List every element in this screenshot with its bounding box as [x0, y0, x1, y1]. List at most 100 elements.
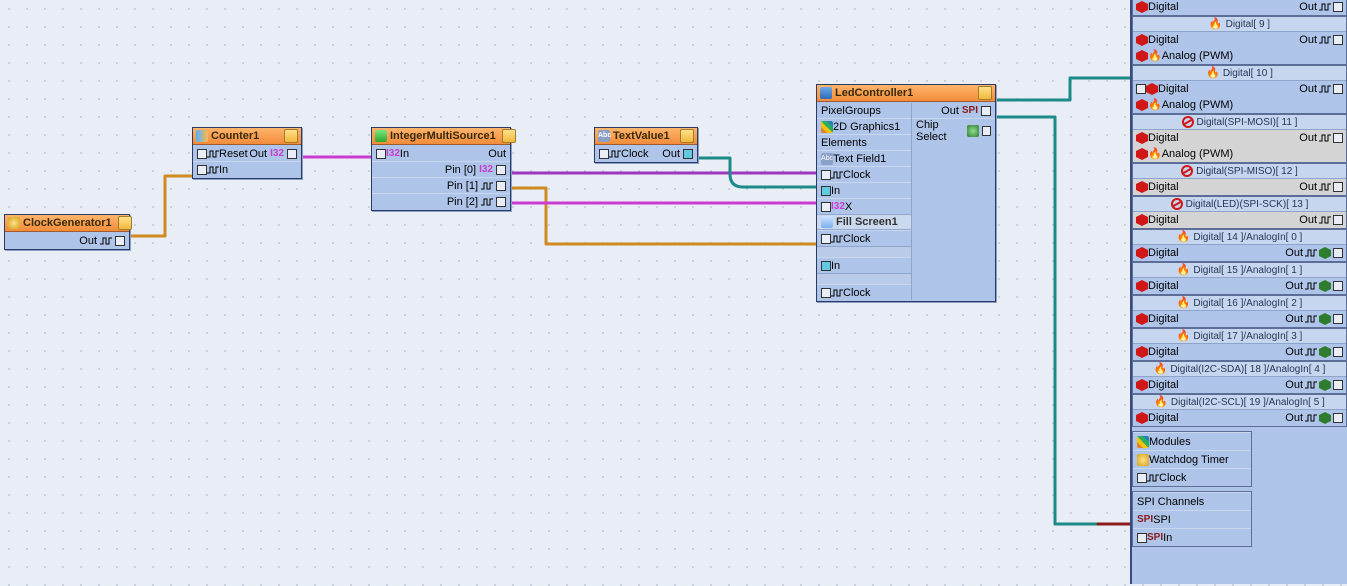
slot-digital-17-analogin-3-[interactable]: 🔥Digital[ 17 ]/AnalogIn[ 3 ]DigitalOut: [1132, 328, 1347, 361]
flame-icon: 🔥: [1148, 100, 1162, 111]
port-clock3[interactable]: Clock: [817, 284, 911, 300]
slot-row[interactable]: DigitalOut: [1133, 212, 1346, 228]
flame-icon: 🔥: [1148, 149, 1162, 160]
slot-row[interactable]: 🔥Analog (PWM): [1133, 97, 1346, 113]
slot-row[interactable]: DigitalOut: [1133, 81, 1346, 97]
pulse-icon: [1305, 281, 1317, 291]
spi-channels-label: SPI Channels: [1133, 492, 1251, 510]
palette-icon: [821, 121, 833, 133]
slot-row[interactable]: 🔥Analog (PWM): [1133, 48, 1346, 64]
slot-row[interactable]: 🔥Analog (PWM): [1133, 146, 1346, 162]
slot-digital-top[interactable]: DigitalOut: [1132, 0, 1347, 16]
port-chipselect[interactable]: Chip Select: [912, 118, 995, 143]
flame-icon: 🔥: [1154, 397, 1168, 408]
pulse-icon: [1319, 215, 1331, 225]
port-pixelgroups[interactable]: PixelGroups: [817, 103, 911, 118]
port-out-spi[interactable]: OutSPI: [912, 103, 995, 118]
slot-row[interactable]: DigitalOut: [1133, 32, 1346, 48]
slot-digital-9-[interactable]: 🔥Digital[ 9 ]DigitalOut🔥Analog (PWM): [1132, 16, 1347, 65]
node-ledcontroller[interactable]: LedController1 PixelGroups 2D Graphics1 …: [816, 84, 996, 302]
stop-icon: [1136, 346, 1148, 358]
stop-icon: [1136, 148, 1148, 160]
slot-digital-i2c-sda-18-analogin-4-[interactable]: 🔥Digital(I2C-SDA)[ 18 ]/AnalogIn[ 4 ]Dig…: [1132, 361, 1347, 394]
modules-panel[interactable]: Modules Watchdog Timer Clock: [1132, 431, 1252, 487]
diagram-canvas[interactable]: ClockGenerator1 Out Counter1 ResetOutI32…: [0, 0, 1347, 586]
watchdog-timer[interactable]: Watchdog Timer: [1133, 450, 1251, 468]
stop-icon: [1136, 379, 1148, 391]
gear-icon[interactable]: [118, 216, 132, 230]
flame-icon: 🔥: [1177, 298, 1191, 309]
slot-digital-spi-miso-12-[interactable]: Digital(SPI-MISO)[ 12 ]DigitalOut: [1132, 163, 1347, 196]
slot-header: 🔥Digital(I2C-SCL)[ 19 ]/AnalogIn[ 5 ]: [1133, 395, 1346, 410]
node-title: Counter1: [193, 128, 301, 145]
analog-icon: [1319, 412, 1331, 424]
gear-icon[interactable]: [502, 129, 516, 143]
analog-icon: [1319, 247, 1331, 259]
analog-icon: [1319, 280, 1331, 292]
slot-digital-15-analogin-1-[interactable]: 🔥Digital[ 15 ]/AnalogIn[ 1 ]DigitalOut: [1132, 262, 1347, 295]
port-clock[interactable]: Clock: [817, 166, 911, 182]
gear-icon[interactable]: [284, 129, 298, 143]
node-counter[interactable]: Counter1 ResetOutI32 In: [192, 127, 302, 179]
slot-header: 🔥Digital[ 15 ]/AnalogIn[ 1 ]: [1133, 263, 1346, 278]
node-title: AbcTextValue1: [595, 128, 697, 145]
port-x[interactable]: I32X: [817, 198, 911, 214]
slot-row[interactable]: DigitalOut: [1133, 245, 1346, 261]
slot-header: Digital(SPI-MOSI)[ 11 ]: [1133, 115, 1346, 130]
pulse-icon: [1319, 35, 1331, 45]
pulse-icon: [1319, 84, 1331, 94]
slot-header: 🔥Digital[ 14 ]/AnalogIn[ 0 ]: [1133, 230, 1346, 245]
slot-row[interactable]: DigitalOut: [1133, 410, 1346, 426]
slot-row[interactable]: DigitalOut: [1133, 344, 1346, 360]
section-fillscreen: Fill Screen1: [817, 214, 911, 230]
node-integermultisource[interactable]: IntegerMultiSource1 I32InOut Pin [0]I32 …: [371, 127, 511, 211]
stop-icon: [1136, 34, 1148, 46]
slot-digital-spi-mosi-11-[interactable]: Digital(SPI-MOSI)[ 11 ]DigitalOut🔥Analog…: [1132, 114, 1347, 163]
stop-icon: [1136, 313, 1148, 325]
slot-row[interactable]: DigitalOut: [1133, 311, 1346, 327]
stop-icon: [1136, 247, 1148, 259]
modules-label: Modules: [1133, 432, 1251, 450]
slot-digital-led-spi-sck-13-[interactable]: Digital(LED)(SPI-SCK)[ 13 ]DigitalOut: [1132, 196, 1347, 229]
arduino-panel[interactable]: DigitalOut 🔥Digital[ 9 ]DigitalOut🔥Analo…: [1130, 0, 1347, 584]
stop-icon: [1136, 181, 1148, 193]
slot-row[interactable]: DigitalOut: [1133, 377, 1346, 393]
port-clock2[interactable]: Clock: [817, 230, 911, 246]
node-clockgenerator[interactable]: ClockGenerator1 Out: [4, 214, 130, 250]
port-2dgraphics[interactable]: 2D Graphics1: [817, 118, 911, 134]
port-pin0[interactable]: Pin [0]I32: [372, 161, 510, 177]
port-in[interactable]: I32InOut: [372, 146, 510, 161]
clock-icon: [8, 217, 20, 229]
slot-row[interactable]: DigitalOut: [1133, 278, 1346, 294]
spi-panel[interactable]: SPI Channels SPISPI SPIIn: [1132, 491, 1252, 547]
pulse-icon: [1305, 380, 1317, 390]
slot-digital-i2c-scl-19-analogin-5-[interactable]: 🔥Digital(I2C-SCL)[ 19 ]/AnalogIn[ 5 ]Dig…: [1132, 394, 1347, 427]
slot-row[interactable]: DigitalOut: [1133, 179, 1346, 195]
node-textvalue[interactable]: AbcTextValue1 ClockOut: [594, 127, 698, 163]
gear-icon[interactable]: [680, 129, 694, 143]
gear-icon[interactable]: [978, 86, 992, 100]
slot-digital-10-[interactable]: 🔥Digital[ 10 ]DigitalOut🔥Analog (PWM): [1132, 65, 1347, 114]
counter-icon: [196, 130, 208, 142]
spi-in[interactable]: SPIIn: [1133, 528, 1251, 546]
port-in[interactable]: In: [193, 161, 301, 177]
port-in[interactable]: In: [817, 182, 911, 198]
spi-label[interactable]: SPISPI: [1133, 510, 1251, 528]
port-elements[interactable]: Elements: [817, 134, 911, 150]
port-pin1[interactable]: Pin [1]: [372, 177, 510, 193]
stop-icon: [1136, 132, 1148, 144]
port-textfield[interactable]: AbcText Field1: [817, 150, 911, 166]
analog-icon: [1319, 379, 1331, 391]
port-pin2[interactable]: Pin [2]: [372, 193, 510, 209]
port-clock[interactable]: Clock: [1133, 468, 1251, 486]
port-out[interactable]: Out: [5, 233, 129, 248]
slot-header: 🔥Digital[ 16 ]/AnalogIn[ 2 ]: [1133, 296, 1346, 311]
port-clock[interactable]: ClockOut: [595, 146, 697, 161]
abc-icon: Abc: [821, 153, 833, 165]
port-in2[interactable]: In: [817, 257, 911, 273]
slot-row[interactable]: DigitalOut: [1133, 130, 1346, 146]
slot-digital-16-analogin-2-[interactable]: 🔥Digital[ 16 ]/AnalogIn[ 2 ]DigitalOut: [1132, 295, 1347, 328]
port-reset[interactable]: ResetOutI32: [193, 146, 301, 161]
slot-digital-14-analogin-0-[interactable]: 🔥Digital[ 14 ]/AnalogIn[ 0 ]DigitalOut: [1132, 229, 1347, 262]
node-title: LedController1: [817, 85, 995, 102]
